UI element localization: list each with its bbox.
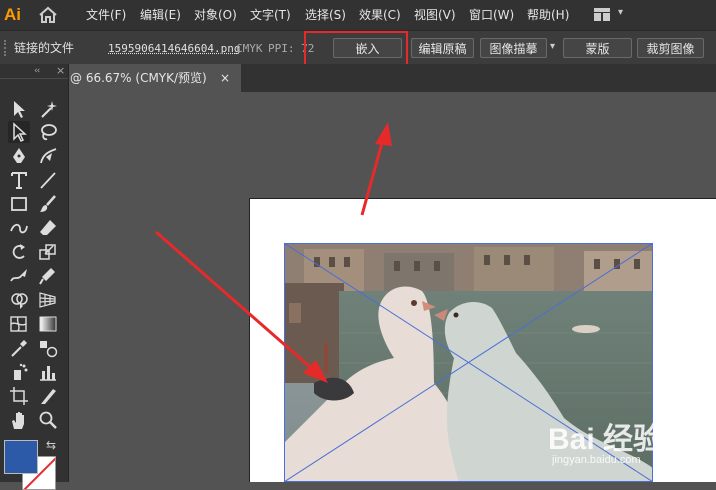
linked-filename-link[interactable]: 1595906414646604.png (108, 41, 240, 56)
home-icon[interactable] (38, 6, 58, 24)
menu-select[interactable]: 选择(S) (305, 6, 346, 24)
artboard-tool-icon[interactable] (8, 385, 30, 407)
curvature-tool-icon[interactable] (37, 145, 59, 167)
linked-file-label: 链接的文件 (14, 41, 75, 55)
slice-tool-icon[interactable] (37, 385, 59, 407)
document-tab-label[interactable]: @ 66.67% (CMYK/预览) (70, 70, 207, 86)
divider (0, 78, 68, 79)
chevron-down-icon[interactable]: ▾ (618, 7, 623, 18)
panel-grip[interactable] (4, 40, 8, 56)
shaper-tool-icon[interactable] (8, 217, 30, 239)
perspective-grid-tool-icon[interactable] (37, 289, 59, 311)
fill-color-swatch[interactable] (4, 440, 38, 474)
image-trace-button[interactable]: 图像描摹 (480, 38, 547, 58)
free-transform-tool-icon[interactable] (37, 265, 59, 287)
swap-fill-stroke-icon[interactable]: ⇆ (46, 438, 56, 452)
shape-builder-tool-icon[interactable] (8, 289, 30, 311)
type-tool-icon[interactable] (8, 169, 30, 191)
menu-help[interactable]: 帮助(H) (527, 6, 569, 24)
zoom-tool-icon[interactable] (37, 409, 59, 431)
line-segment-tool-icon[interactable] (37, 169, 59, 191)
close-icon[interactable]: × (56, 64, 65, 77)
menu-window[interactable]: 窗口(W) (469, 6, 514, 24)
chevron-down-icon[interactable]: ▾ (550, 41, 555, 52)
collapse-icon[interactable]: ‹‹ (34, 66, 40, 76)
scale-tool-icon[interactable] (37, 241, 59, 263)
rotate-tool-icon[interactable] (8, 241, 30, 263)
mask-button[interactable]: 蒙版 (563, 38, 632, 58)
column-graph-tool-icon[interactable] (37, 361, 59, 383)
rectangle-tool-icon[interactable] (8, 193, 30, 215)
menu-object[interactable]: 对象(O) (194, 6, 237, 24)
gradient-tool-icon[interactable] (37, 313, 59, 335)
warp-tool-icon[interactable] (8, 265, 30, 287)
menu-edit[interactable]: 编辑(E) (140, 6, 181, 24)
symbol-sprayer-tool-icon[interactable] (8, 361, 30, 383)
blend-tool-icon[interactable] (37, 337, 59, 359)
watermark-url: jingyan.baidu.com (552, 454, 641, 466)
menu-view[interactable]: 视图(V) (414, 6, 456, 24)
pen-tool-icon[interactable] (8, 145, 30, 167)
workspace-switcher-icon[interactable] (594, 8, 610, 21)
hand-tool-icon[interactable] (8, 409, 30, 431)
paintbrush-tool-icon[interactable] (37, 193, 59, 215)
edit-original-button[interactable]: 编辑原稿 (411, 38, 474, 58)
direct-selection-tool-icon[interactable] (8, 121, 30, 143)
eyedropper-tool-icon[interactable] (8, 337, 30, 359)
mesh-tool-icon[interactable] (8, 313, 30, 335)
magic-wand-tool-icon[interactable] (37, 98, 59, 120)
color-mode: CMYK (236, 42, 263, 55)
watermark-logo: Bai 经验 (548, 423, 664, 456)
lasso-tool-icon[interactable] (37, 121, 59, 143)
menu-type[interactable]: 文字(T) (250, 6, 291, 24)
eraser-tool-icon[interactable] (37, 217, 59, 239)
close-icon[interactable]: × (220, 70, 230, 86)
selection-tool-icon[interactable] (8, 98, 30, 120)
menu-file[interactable]: 文件(F) (86, 6, 126, 24)
crop-image-button[interactable]: 裁剪图像 (637, 38, 704, 58)
app-logo: Ai (4, 5, 21, 24)
menu-effect[interactable]: 效果(C) (359, 6, 401, 24)
